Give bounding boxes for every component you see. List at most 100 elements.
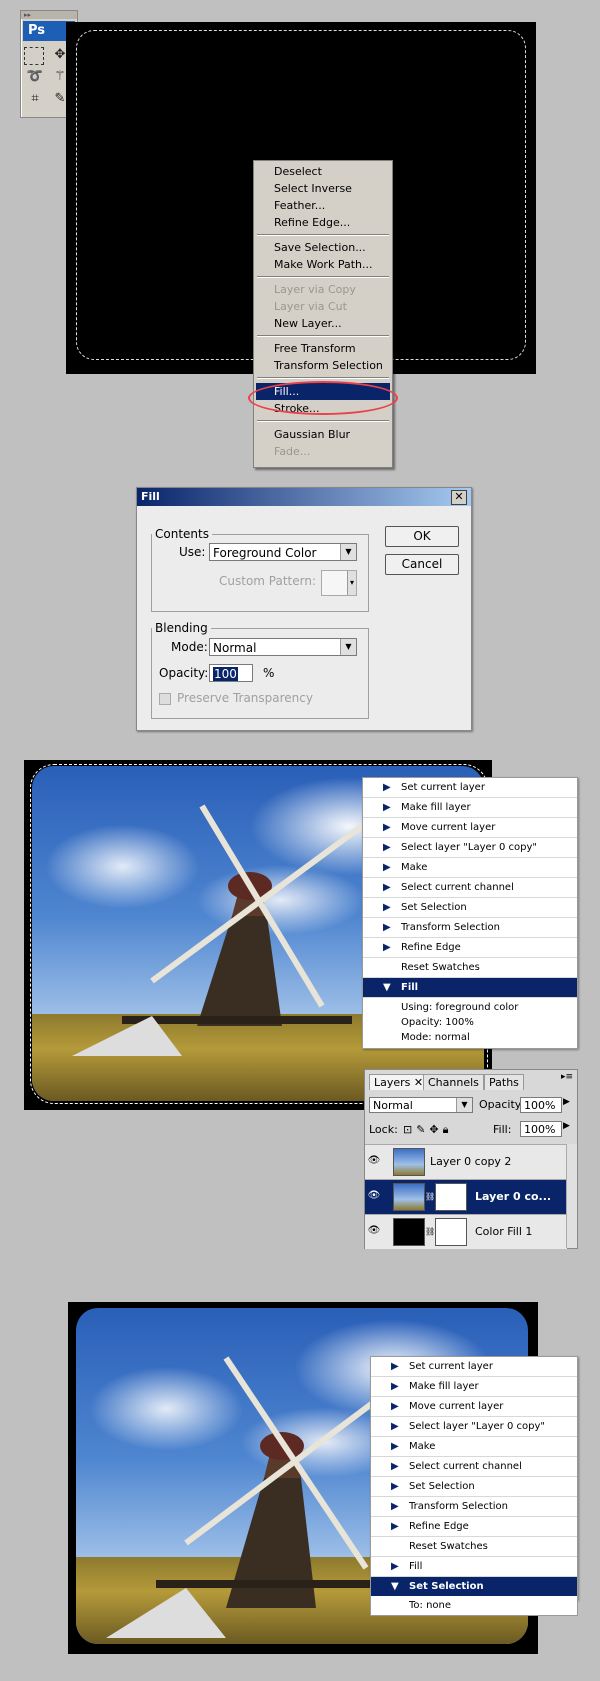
tab-layers[interactable]: Layers ✕ bbox=[369, 1074, 429, 1090]
action-label: Make fill layer bbox=[401, 802, 471, 813]
layer-thumbnail bbox=[393, 1148, 425, 1176]
layer-row[interactable]: 👁︎ Layer 0 copy 2 bbox=[365, 1144, 567, 1179]
tab-channels[interactable]: Channels bbox=[423, 1074, 484, 1090]
cancel-button[interactable]: Cancel bbox=[385, 554, 459, 575]
expand-triangle-icon[interactable]: ▶ bbox=[391, 1517, 399, 1536]
action-label: Reset Swatches bbox=[401, 962, 480, 973]
actions-panel-2: ▶ Set current layer ▶ Make fill layer ▶ Mov… bbox=[370, 1356, 578, 1616]
panel-menu-icon[interactable]: ▸≡ bbox=[561, 1072, 573, 1082]
menu-item-select-inverse[interactable]: Select Inverse bbox=[256, 180, 390, 197]
close-icon[interactable]: ✕ bbox=[414, 1076, 423, 1089]
action-row[interactable]: ▶ Make bbox=[371, 1437, 577, 1457]
expand-triangle-icon[interactable]: ▶ bbox=[383, 898, 391, 917]
expand-triangle-icon[interactable]: ▶ bbox=[383, 938, 391, 957]
opacity-unit: % bbox=[263, 666, 275, 680]
eye-icon[interactable]: 👁︎ bbox=[367, 1190, 381, 1202]
action-row[interactable]: ▶ Refine Edge bbox=[371, 1517, 577, 1537]
toolbox-grip[interactable]: ▸▸ bbox=[21, 11, 77, 19]
action-row[interactable]: ▶ Select layer "Layer 0 copy" bbox=[363, 838, 577, 858]
action-row[interactable]: ▶ Select current channel bbox=[363, 878, 577, 898]
action-row[interactable]: ▶ Make fill layer bbox=[371, 1377, 577, 1397]
action-row[interactable]: Reset Swatches bbox=[371, 1537, 577, 1557]
action-row[interactable]: ▶ Fill bbox=[371, 1557, 577, 1577]
expand-triangle-icon[interactable]: ▶ bbox=[383, 838, 391, 857]
expand-triangle-icon[interactable]: ▶ bbox=[391, 1357, 399, 1376]
action-row[interactable]: Reset Swatches bbox=[363, 958, 577, 978]
action-label: Select current channel bbox=[409, 1461, 522, 1472]
menu-separator bbox=[257, 276, 389, 278]
blend-mode-select[interactable]: Normal ▼ bbox=[369, 1097, 473, 1113]
opacity-slider-arrow[interactable]: ▶ bbox=[563, 1097, 570, 1107]
chevron-down-icon: ▼ bbox=[340, 544, 356, 560]
action-row[interactable]: ▶ Move current layer bbox=[363, 818, 577, 838]
crop-icon[interactable]: ⌗ bbox=[24, 89, 46, 109]
mode-select[interactable]: Normal ▼ bbox=[209, 638, 357, 656]
action-row[interactable]: ▶ Set current layer bbox=[371, 1357, 577, 1377]
menu-item-new-layer[interactable]: New Layer... bbox=[256, 315, 390, 332]
action-row[interactable]: ▶ Transform Selection bbox=[363, 918, 577, 938]
expand-triangle-icon[interactable]: ▶ bbox=[391, 1497, 399, 1516]
fill-slider-arrow[interactable]: ▶ bbox=[563, 1121, 570, 1131]
action-label: Move current layer bbox=[401, 822, 496, 833]
menu-item-gaussian-blur[interactable]: Gaussian Blur bbox=[256, 426, 390, 443]
action-row[interactable]: ▶ Transform Selection bbox=[371, 1497, 577, 1517]
expand-triangle-icon[interactable]: ▶ bbox=[391, 1377, 399, 1396]
action-row[interactable]: ▶ Set Selection bbox=[363, 898, 577, 918]
expand-triangle-icon[interactable]: ▶ bbox=[383, 918, 391, 937]
menu-item-deselect[interactable]: Deselect bbox=[256, 163, 390, 180]
layer-row[interactable]: 👁︎ ⛓ Color Fill 1 bbox=[365, 1214, 567, 1249]
eye-icon[interactable]: 👁︎ bbox=[367, 1225, 381, 1237]
layers-scrollbar[interactable] bbox=[566, 1144, 577, 1248]
menu-item-free-transform[interactable]: Free Transform bbox=[256, 340, 390, 357]
action-row[interactable]: ▶ Move current layer bbox=[371, 1397, 577, 1417]
menu-item-save-selection[interactable]: Save Selection... bbox=[256, 239, 390, 256]
opacity-input[interactable]: 100 bbox=[209, 664, 253, 682]
opacity-value: 100 bbox=[213, 667, 238, 681]
expand-triangle-icon[interactable]: ▶ bbox=[391, 1557, 399, 1576]
layer-row-selected[interactable]: 👁︎ ⛓ Layer 0 co... bbox=[365, 1179, 567, 1214]
action-label: Make bbox=[401, 862, 428, 873]
action-label: Reset Swatches bbox=[409, 1541, 488, 1552]
action-row[interactable]: ▶ Select current channel bbox=[371, 1457, 577, 1477]
expand-triangle-icon[interactable]: ▶ bbox=[391, 1437, 399, 1456]
action-label: Refine Edge bbox=[409, 1521, 469, 1532]
action-row[interactable]: ▶ Set Selection bbox=[371, 1477, 577, 1497]
fill-dialog: Fill ✕ Contents Use: Foreground Color ▼ … bbox=[136, 487, 472, 731]
menu-item-make-work-path[interactable]: Make Work Path... bbox=[256, 256, 390, 273]
lasso-icon[interactable]: ➰ bbox=[24, 67, 46, 87]
action-row[interactable]: ▶ Make bbox=[363, 858, 577, 878]
action-row-selected[interactable]: ▼ Fill bbox=[363, 978, 577, 998]
close-icon[interactable]: ✕ bbox=[451, 490, 467, 505]
menu-item-refine-edge[interactable]: Refine Edge... bbox=[256, 214, 390, 231]
marquee-icon[interactable] bbox=[24, 47, 44, 65]
layer-fill-input[interactable]: 100% bbox=[520, 1121, 562, 1137]
action-row-selected[interactable]: ▼ Set Selection bbox=[371, 1577, 577, 1596]
expand-triangle-icon[interactable]: ▶ bbox=[383, 858, 391, 877]
collapse-triangle-icon[interactable]: ▼ bbox=[383, 978, 391, 997]
expand-triangle-icon[interactable]: ▶ bbox=[383, 798, 391, 817]
lock-icons[interactable]: ⊡✎✥🔒︎ bbox=[403, 1123, 453, 1137]
layer-name: Layer 0 co... bbox=[475, 1190, 552, 1203]
expand-triangle-icon[interactable]: ▶ bbox=[383, 878, 391, 897]
expand-triangle-icon[interactable]: ▶ bbox=[391, 1477, 399, 1496]
expand-triangle-icon[interactable]: ▶ bbox=[391, 1397, 399, 1416]
layer-opacity-input[interactable]: 100% bbox=[520, 1097, 562, 1113]
action-label: Set Selection bbox=[409, 1481, 475, 1492]
action-row[interactable]: ▶ Set current layer bbox=[363, 778, 577, 798]
action-row[interactable]: ▶ Make fill layer bbox=[363, 798, 577, 818]
action-row[interactable]: ▶ Select layer "Layer 0 copy" bbox=[371, 1417, 577, 1437]
chain-link-icon: ⛓ bbox=[425, 1192, 436, 1201]
menu-item-feather[interactable]: Feather... bbox=[256, 197, 390, 214]
expand-triangle-icon[interactable]: ▶ bbox=[391, 1417, 399, 1436]
expand-triangle-icon[interactable]: ▶ bbox=[391, 1457, 399, 1476]
menu-item-transform-selection[interactable]: Transform Selection bbox=[256, 357, 390, 374]
layer-name: Layer 0 copy 2 bbox=[430, 1155, 512, 1168]
expand-triangle-icon[interactable]: ▶ bbox=[383, 778, 391, 797]
expand-triangle-icon[interactable]: ▶ bbox=[383, 818, 391, 837]
use-select[interactable]: Foreground Color ▼ bbox=[209, 543, 357, 561]
eye-icon[interactable]: 👁︎ bbox=[367, 1155, 381, 1167]
action-row[interactable]: ▶ Refine Edge bbox=[363, 938, 577, 958]
tab-paths[interactable]: Paths bbox=[484, 1074, 524, 1090]
collapse-triangle-icon[interactable]: ▼ bbox=[391, 1577, 399, 1596]
ok-button[interactable]: OK bbox=[385, 526, 459, 547]
